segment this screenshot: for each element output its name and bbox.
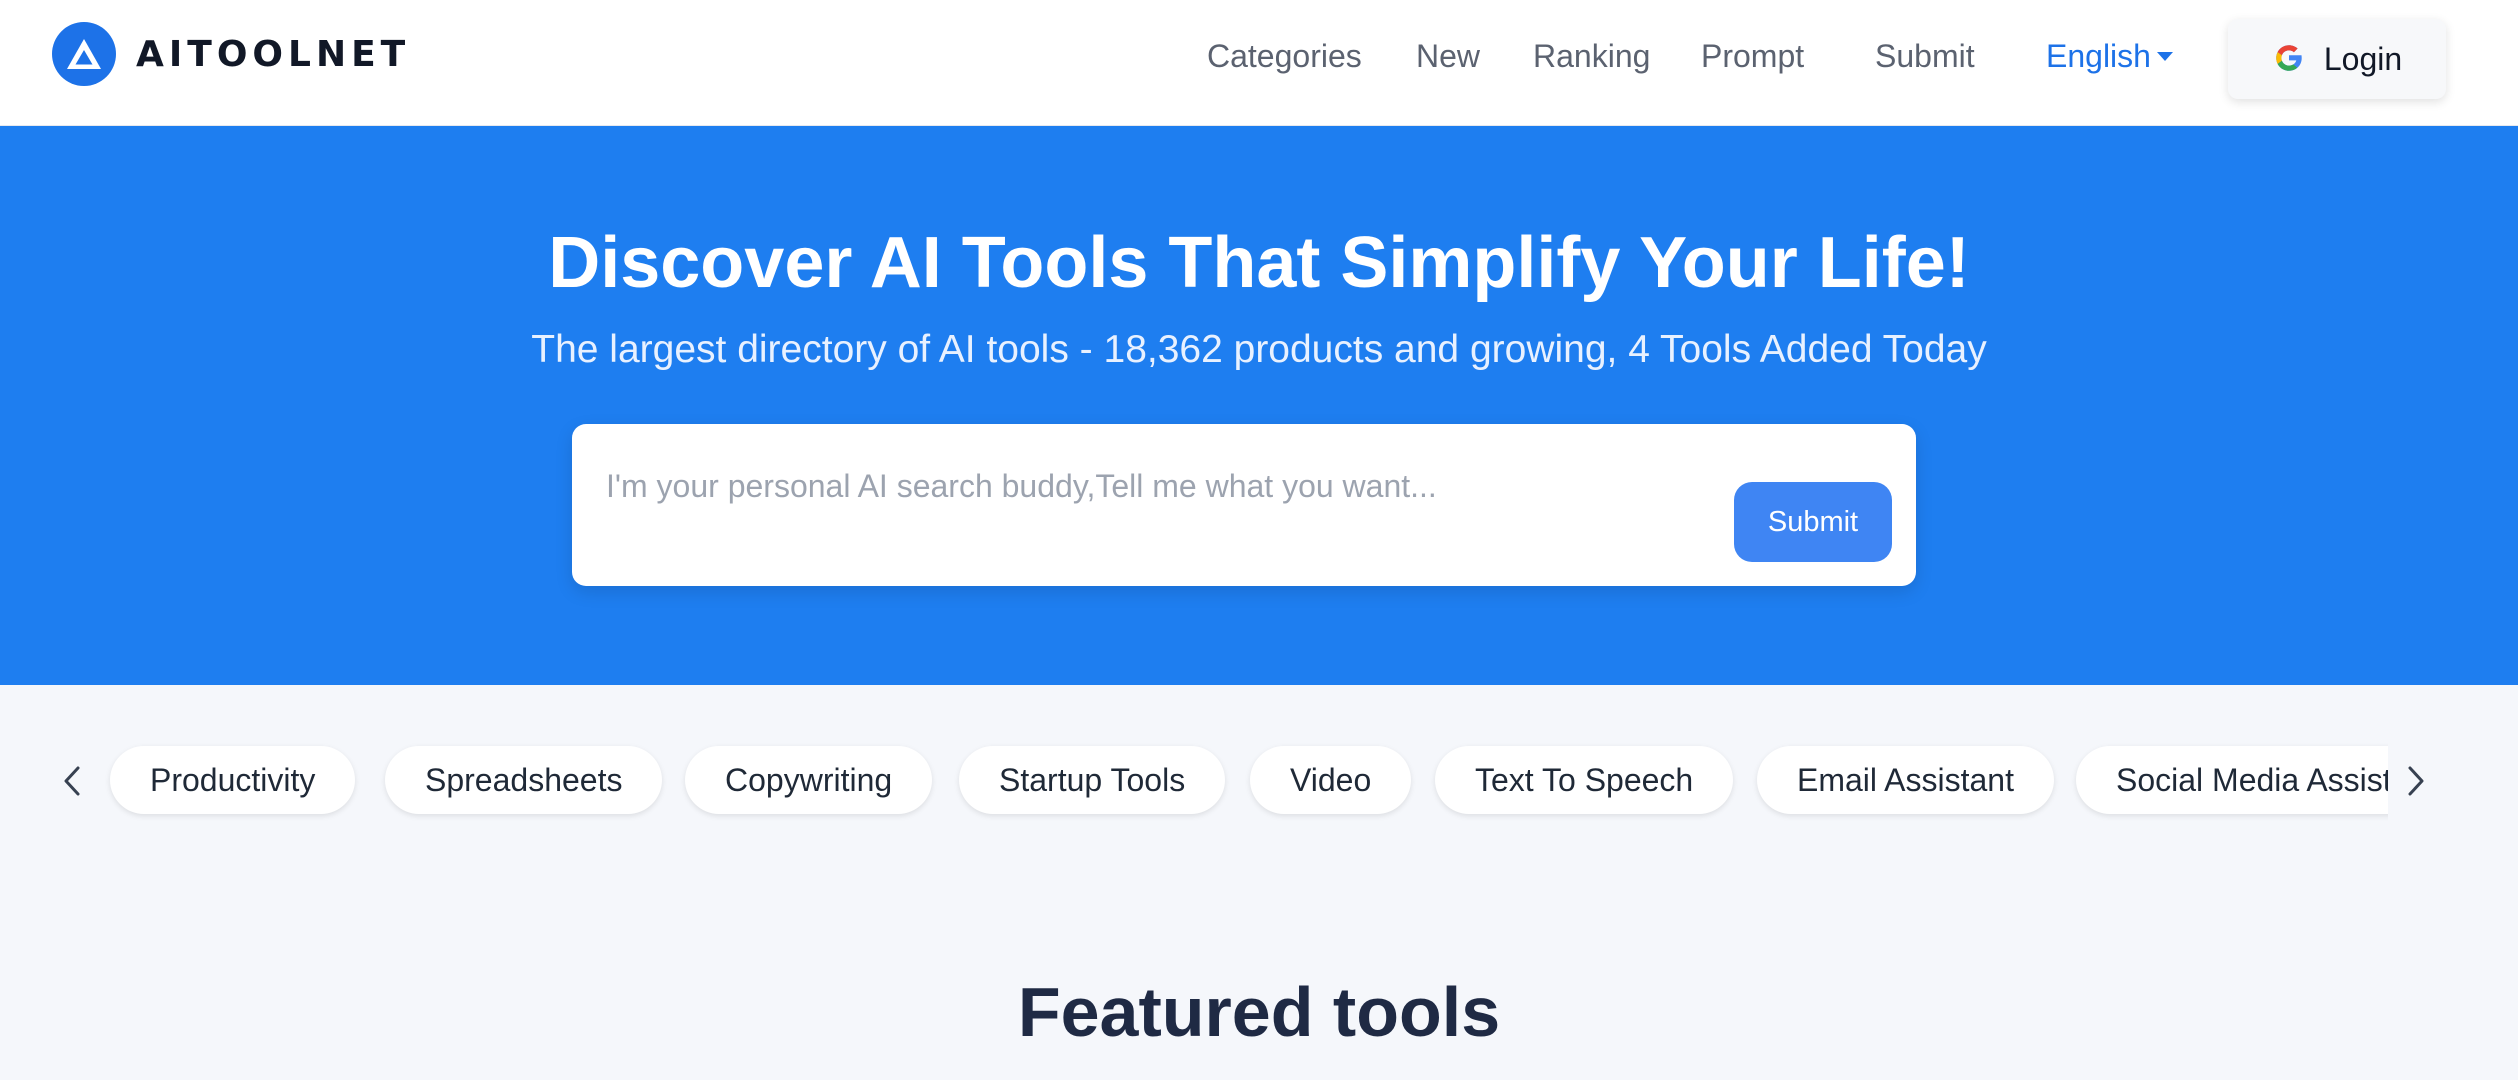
language-label: English <box>2046 38 2151 74</box>
nav-prompt[interactable]: Prompt <box>1701 32 1804 80</box>
category-chip-spreadsheets[interactable]: Spreadsheets <box>385 746 663 814</box>
chevron-left-icon[interactable] <box>52 756 92 806</box>
nav-submit[interactable]: Submit <box>1875 32 1975 80</box>
site-logo[interactable]: AITOOLNET <box>52 22 410 86</box>
hero-subtitle: The largest directory of AI tools - 18,3… <box>531 328 1987 371</box>
login-button[interactable]: Login <box>2228 19 2446 99</box>
logo-triangle-icon <box>52 22 116 86</box>
category-chip-social-media-assistant[interactable]: Social Media Assistant <box>2076 746 2388 814</box>
nav-categories[interactable]: Categories <box>1207 32 1362 80</box>
google-icon <box>2272 41 2306 78</box>
nav-ranking[interactable]: Ranking <box>1533 32 1650 80</box>
login-label: Login <box>2323 40 2403 77</box>
caret-down-icon <box>2156 51 2173 61</box>
hero-banner: Discover AI Tools That Simplify Your Lif… <box>0 126 2518 685</box>
category-chip-startup-tools[interactable]: Startup Tools <box>959 746 1226 814</box>
category-chip-list: Productivity Spreadsheets Copywriting St… <box>100 736 2388 826</box>
category-chip-video[interactable]: Video <box>1250 746 1412 814</box>
logo-text: AITOOLNET <box>136 33 411 75</box>
ai-search-box: Submit <box>572 424 1916 586</box>
featured-tools-heading: Featured tools <box>1017 973 1501 1051</box>
ai-search-input[interactable] <box>606 462 1606 510</box>
category-chip-email-assistant[interactable]: Email Assistant <box>1757 746 2054 814</box>
hero-title: Discover AI Tools That Simplify Your Lif… <box>548 223 1970 303</box>
category-chip-copywriting[interactable]: Copywriting <box>685 746 933 814</box>
search-submit-button[interactable]: Submit <box>1734 482 1892 562</box>
category-chip-productivity[interactable]: Productivity <box>110 746 356 814</box>
top-header: AITOOLNET Categories New Ranking Prompt … <box>0 0 2518 126</box>
category-chip-text-to-speech[interactable]: Text To Speech <box>1435 746 1734 814</box>
language-selector[interactable]: English <box>2046 32 2173 80</box>
chevron-right-icon[interactable] <box>2396 756 2436 806</box>
nav-new[interactable]: New <box>1416 32 1480 80</box>
